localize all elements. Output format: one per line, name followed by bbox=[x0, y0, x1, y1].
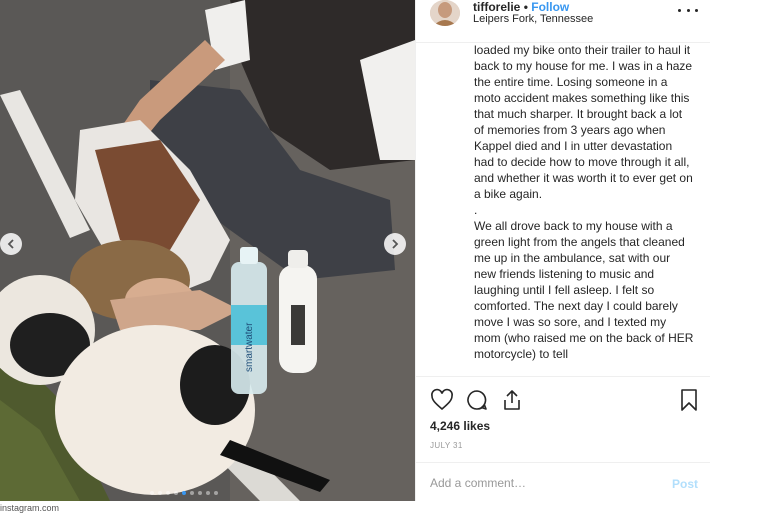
like-count[interactable]: 4,246 likes bbox=[430, 419, 490, 433]
caption-divider: . bbox=[474, 203, 478, 217]
carousel-dot bbox=[174, 491, 178, 495]
comment-bar: Post bbox=[416, 462, 710, 502]
post-header: tifforelie • Follow Leipers Fork, Tennes… bbox=[416, 0, 710, 43]
caption-paragraph: loaded my bike onto their trailer to hau… bbox=[474, 43, 693, 201]
avatar[interactable] bbox=[430, 0, 460, 26]
share-button[interactable] bbox=[500, 388, 524, 412]
carousel-dot bbox=[150, 491, 154, 495]
comment-input[interactable] bbox=[430, 473, 650, 493]
carousel-dot bbox=[158, 491, 162, 495]
carousel-dot bbox=[166, 491, 170, 495]
carousel-dot bbox=[190, 491, 194, 495]
more-options-icon bbox=[678, 8, 681, 12]
username-line: tifforelie • Follow bbox=[473, 0, 569, 14]
action-bar: 4,246 likes JULY 31 bbox=[416, 376, 710, 463]
more-options-icon bbox=[695, 8, 698, 12]
carousel-dot bbox=[214, 491, 218, 495]
location-link[interactable]: Leipers Fork, Tennessee bbox=[473, 13, 593, 25]
separator: • bbox=[523, 0, 528, 14]
chevron-right-icon bbox=[392, 239, 399, 249]
username-link[interactable]: tifforelie bbox=[473, 0, 520, 14]
save-button[interactable] bbox=[677, 388, 701, 412]
carousel-prev-button[interactable] bbox=[0, 233, 22, 255]
photo-illustration: smartwater bbox=[0, 0, 415, 501]
comment-button[interactable] bbox=[465, 388, 489, 412]
bookmark-icon bbox=[681, 389, 697, 411]
heart-icon bbox=[431, 388, 453, 411]
carousel-dot bbox=[198, 491, 202, 495]
caption-text: loaded my bike onto their trailer to hau… bbox=[474, 42, 694, 373]
like-button[interactable] bbox=[430, 388, 454, 412]
bottle-label: smartwater bbox=[244, 322, 255, 372]
carousel-dot-active bbox=[182, 491, 186, 495]
source-caption: instagram.com bbox=[0, 503, 60, 513]
follow-button[interactable]: Follow bbox=[531, 0, 569, 14]
comment-icon bbox=[467, 390, 487, 410]
carousel-next-button[interactable] bbox=[384, 233, 406, 255]
avatar-image bbox=[430, 0, 460, 26]
post-sidebar: tifforelie • Follow Leipers Fork, Tennes… bbox=[415, 0, 710, 501]
post-date: JULY 31 bbox=[430, 441, 463, 450]
carousel-dot bbox=[206, 491, 210, 495]
more-options-button[interactable] bbox=[678, 4, 698, 16]
post-comment-button[interactable]: Post bbox=[672, 477, 698, 491]
chevron-left-icon bbox=[7, 239, 14, 249]
post-photo[interactable]: smartwater bbox=[0, 0, 415, 501]
more-options-icon bbox=[686, 8, 690, 12]
carousel-indicator bbox=[150, 491, 218, 495]
caption-paragraph: We all drove back to my house with a gre… bbox=[474, 219, 694, 361]
share-icon bbox=[504, 390, 520, 410]
